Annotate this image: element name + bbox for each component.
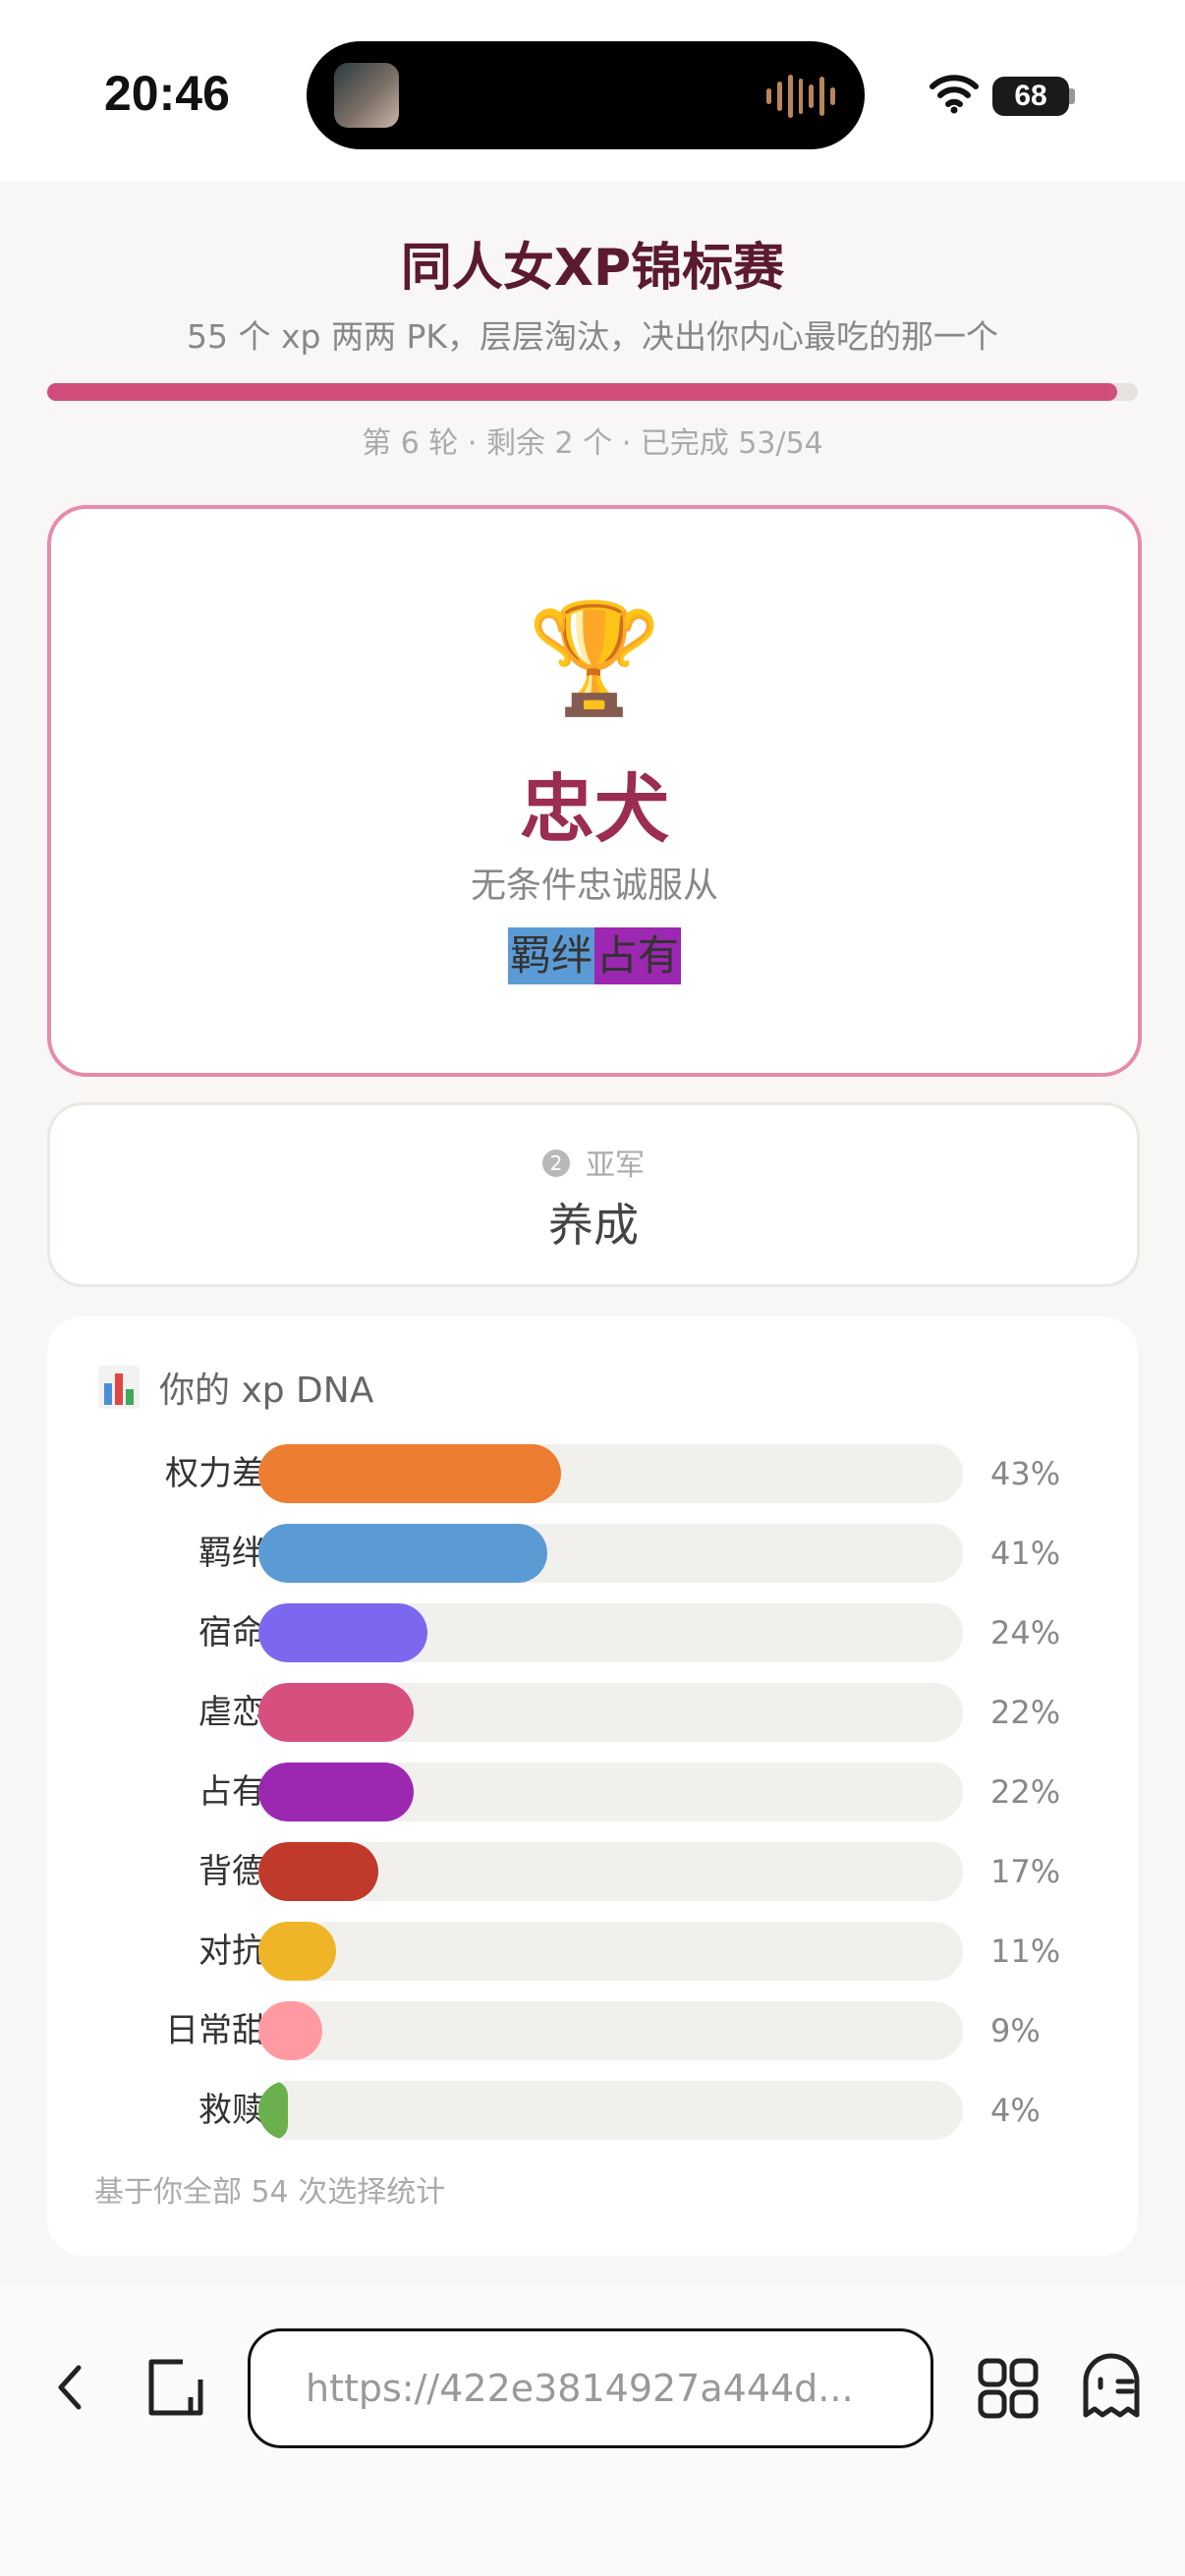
dna-row-bar <box>258 1842 378 1901</box>
wifi-icon <box>930 75 979 114</box>
dna-row-label: 日常甜 <box>165 2011 265 2050</box>
champion-card: 🏆 忠犬 无条件忠诚服从 羁绊占有 <box>47 505 1142 1077</box>
runner-up-card: 2 亚军 养成 <box>47 1102 1140 1287</box>
now-playing-artwork <box>334 63 399 128</box>
tabs-icon[interactable] <box>145 2358 206 2419</box>
dna-row-bar <box>258 1524 547 1583</box>
dna-row: 日常甜 9% <box>47 2001 1138 2060</box>
champion-tags: 羁绊占有 <box>51 927 1138 984</box>
dna-row-track <box>258 2001 963 2060</box>
dna-row: 救赎 4% <box>47 2081 1138 2140</box>
dna-row-bar <box>258 1922 336 1981</box>
dna-row-label: 权力差 <box>165 1454 265 1493</box>
dna-row-bar <box>258 1444 562 1503</box>
tournament-progress-fill <box>47 383 1117 401</box>
dna-row: 宿命 24% <box>47 1603 1138 1662</box>
dna-row-label: 宿命 <box>198 1613 265 1652</box>
bar-chart-icon <box>98 1366 140 1409</box>
runner-up-name: 养成 <box>548 1199 639 1252</box>
dna-row-track <box>258 1444 963 1503</box>
dna-row-label: 背德 <box>198 1852 265 1891</box>
dna-row-percent: 24% <box>990 1614 1061 1652</box>
tag-possession: 占有 <box>594 927 682 984</box>
champion-name: 忠犬 <box>520 765 669 853</box>
dna-row: 虐恋 22% <box>47 1683 1138 1742</box>
battery-cap <box>1069 88 1075 104</box>
browser-toolbar: https://422e3814927a444d... <box>0 2283 1185 2576</box>
dna-row-percent: 22% <box>990 1773 1061 1811</box>
dna-row-label: 对抗 <box>198 1932 265 1971</box>
dna-row-label: 占有 <box>198 1772 265 1812</box>
dna-row-track <box>258 1763 963 1821</box>
champion-description: 无条件忠诚服从 <box>470 866 718 906</box>
dna-row-track <box>258 1603 963 1662</box>
apps-icon[interactable] <box>978 2358 1039 2419</box>
status-bar: 20:46 68 <box>0 0 1185 182</box>
tag-bond: 羁绊 <box>507 927 594 984</box>
tournament-progress-bar <box>47 383 1138 401</box>
dna-row-track <box>258 1524 963 1583</box>
dna-row: 权力差 43% <box>47 1444 1138 1503</box>
url-field[interactable]: https://422e3814927a444d... <box>248 2328 933 2448</box>
dna-row-percent: 17% <box>990 1853 1061 1890</box>
dna-row-label: 救赎 <box>198 2091 265 2130</box>
dna-row-percent: 41% <box>990 1535 1061 1572</box>
runner-up-label: 亚军 <box>586 1148 645 1183</box>
clock: 20:46 <box>104 66 230 121</box>
dna-row: 对抗 11% <box>47 1922 1138 1981</box>
silver-medal-icon: 2 <box>542 1148 570 1177</box>
runner-up-label-row: 2 亚军 <box>50 1141 1137 1184</box>
ghost-icon[interactable] <box>1081 2352 1142 2421</box>
dna-row-percent: 22% <box>990 1694 1061 1731</box>
xp-dna-card: 你的 xp DNA 权力差 43% 羁绊 41% 宿命 24% 虐恋 22% 占有 22% 背德 17… <box>47 1316 1138 2256</box>
battery-indicator: 68 <box>992 77 1069 116</box>
page-title: 同人女XP锦标赛 <box>400 239 785 298</box>
dna-row-track <box>258 1683 963 1742</box>
dynamic-island[interactable] <box>307 41 865 149</box>
dna-header: 你的 xp DNA <box>98 1362 373 1413</box>
round-info: 第 6 轮 · 剩余 2 个 · 已完成 53/54 <box>362 426 823 461</box>
dna-row: 背德 17% <box>47 1842 1138 1901</box>
back-icon[interactable] <box>51 2360 90 2415</box>
dna-row: 羁绊 41% <box>47 1524 1138 1583</box>
trophy-icon: 🏆 <box>527 595 662 721</box>
dna-title: 你的 xp DNA <box>159 1371 374 1411</box>
audio-waveform-icon <box>766 75 836 118</box>
page-subtitle: 55 个 xp 两两 PK，层层淘汰，决出你内心最吃的那一个 <box>187 317 998 356</box>
dna-row-percent: 43% <box>990 1455 1061 1492</box>
dna-row-percent: 11% <box>990 1932 1061 1970</box>
dna-row-track <box>258 1842 963 1901</box>
dna-row-bar <box>258 1603 428 1662</box>
dna-row-bar <box>258 2001 322 2060</box>
dna-row-percent: 4% <box>990 2092 1041 2129</box>
dna-row-label: 虐恋 <box>198 1693 265 1732</box>
dna-row-label: 羁绊 <box>198 1534 265 1573</box>
dna-row-bar <box>258 1683 414 1742</box>
dna-row-track <box>258 2081 963 2140</box>
dna-row-track <box>258 1922 963 1981</box>
dna-row: 占有 22% <box>47 1763 1138 1821</box>
dna-row-percent: 9% <box>990 2012 1041 2049</box>
dna-footer: 基于你全部 54 次选择统计 <box>94 2175 446 2210</box>
dna-row-bar <box>258 1763 414 1821</box>
